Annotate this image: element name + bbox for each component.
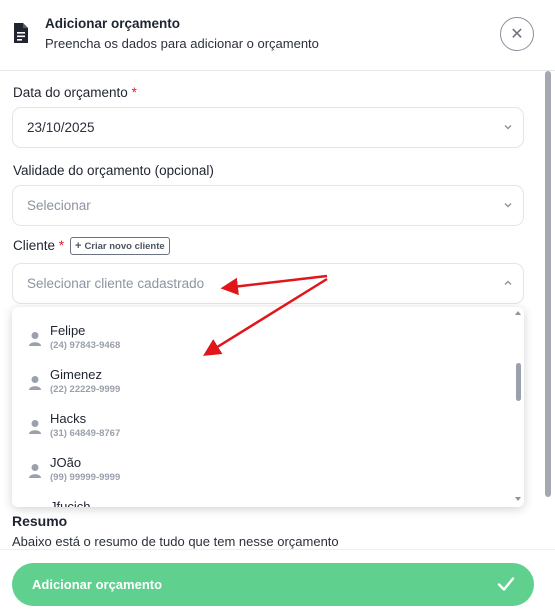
user-icon	[29, 332, 41, 346]
client-dropdown[interactable]: Felipe (24) 97843-9468 Gimenez (22) 2222…	[12, 307, 524, 507]
client-phone: (31) 64849-8767	[50, 428, 121, 439]
client-option[interactable]: Gimenez (22) 22229-9999	[12, 359, 512, 403]
modal-footer: Adicionar orçamento	[0, 549, 555, 611]
client-name: JOão	[50, 455, 82, 470]
validity-placeholder: Selecionar	[27, 198, 91, 213]
client-option[interactable]: Hacks (31) 64849-8767	[12, 403, 512, 447]
client-label: Cliente *	[13, 238, 65, 253]
client-select[interactable]: Selecionar cliente cadastrado	[12, 263, 524, 304]
validity-select[interactable]: Selecionar	[12, 185, 524, 226]
client-name: Felipe	[50, 323, 86, 338]
plus-icon: +	[75, 239, 82, 252]
modal-body: Data do orçamento * 23/10/2025 Validade …	[0, 71, 555, 549]
client-phone: (99) 99999-9999	[50, 472, 121, 483]
check-icon	[497, 577, 515, 591]
required-mark: *	[58, 238, 65, 253]
close-button[interactable]: ✕	[500, 17, 534, 51]
create-client-label: Criar novo cliente	[84, 240, 165, 252]
validity-label: Validade do orçamento (opcional)	[13, 163, 214, 178]
add-budget-button[interactable]: Adicionar orçamento	[12, 563, 534, 606]
date-value: 23/10/2025	[27, 120, 95, 135]
client-phone: (22) 22229-9999	[50, 384, 121, 395]
client-placeholder: Selecionar cliente cadastrado	[27, 276, 205, 291]
client-name: Hacks	[50, 411, 87, 426]
modal-title: Adicionar orçamento	[45, 16, 181, 31]
user-icon	[29, 464, 41, 478]
client-name: Jfucich	[50, 499, 91, 507]
add-budget-label: Adicionar orçamento	[32, 577, 163, 592]
user-icon	[29, 376, 41, 390]
modal-subtitle: Preencha os dados para adicionar o orçam…	[45, 36, 319, 51]
create-client-button[interactable]: + Criar novo cliente	[70, 237, 170, 255]
user-icon	[29, 420, 41, 434]
client-name: Gimenez	[50, 367, 103, 382]
modal-header: Adicionar orçamento Preencha os dados pa…	[0, 0, 555, 71]
summary-subtitle: Abaixo está o resumo de tudo que tem nes…	[12, 534, 339, 549]
scroll-down-arrow[interactable]	[515, 497, 521, 501]
scroll-up-arrow[interactable]	[515, 311, 521, 315]
client-option[interactable]: Felipe (24) 97843-9468	[12, 315, 512, 359]
required-mark: *	[131, 85, 137, 100]
date-label: Data do orçamento *	[13, 85, 137, 100]
document-icon	[14, 23, 28, 43]
chevron-down-icon	[504, 125, 512, 130]
chevron-up-icon	[504, 280, 512, 285]
dropdown-scrollbar[interactable]	[516, 363, 521, 401]
chevron-down-icon	[504, 203, 512, 208]
client-option[interactable]: JOão (99) 99999-9999	[12, 447, 512, 491]
date-select[interactable]: 23/10/2025	[12, 107, 524, 148]
close-icon: ✕	[510, 26, 524, 43]
summary-title: Resumo	[12, 513, 68, 529]
page-scrollbar[interactable]	[545, 71, 551, 497]
client-option[interactable]: Jfucich	[12, 491, 512, 507]
client-phone: (24) 97843-9468	[50, 340, 121, 351]
